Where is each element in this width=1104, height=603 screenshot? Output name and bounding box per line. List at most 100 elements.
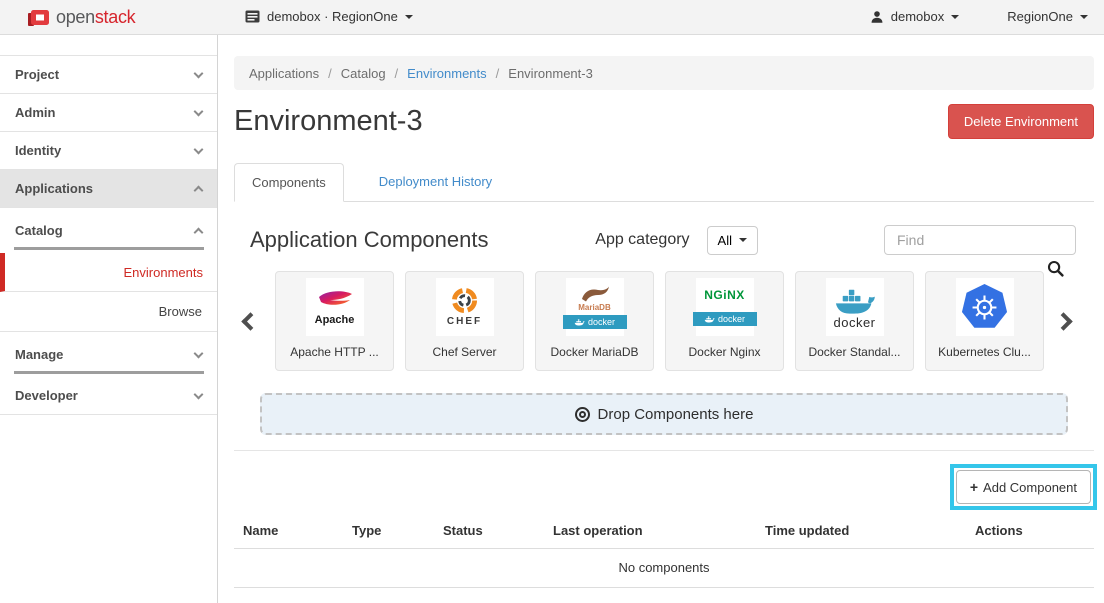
brand-wordmark: openstack — [56, 7, 135, 28]
apache-wordmark: Apache — [315, 314, 355, 326]
page-title: Environment-3 — [234, 105, 423, 138]
user-menu[interactable]: demobox — [870, 9, 959, 24]
app-card-label: Docker MariaDB — [550, 345, 638, 359]
sidebar-item-label: Identity — [15, 143, 61, 158]
app-card-kubernetes[interactable]: Kubernetes Clu... — [925, 271, 1044, 371]
app-card-docker-nginx[interactable]: NGiNX docker — [665, 271, 784, 371]
column-header-last-operation: Last operation — [553, 523, 765, 538]
breadcrumb-current: Environment-3 — [508, 66, 593, 81]
components-table: Name Type Status Last operation Time upd… — [234, 514, 1094, 588]
apache-logo: Apache — [306, 278, 364, 336]
nginx-wordmark: NGiNX — [704, 288, 745, 302]
sidebar-item-label: Browse — [159, 304, 202, 319]
user-label: demobox — [891, 9, 944, 24]
top-navbar: openstack demobox · RegionOne demobox Re… — [0, 0, 1104, 35]
find-input[interactable] — [884, 225, 1076, 255]
column-header-name: Name — [243, 523, 352, 538]
chevron-down-icon — [194, 106, 204, 116]
sidebar: Project Admin Identity Applications Cata… — [0, 35, 218, 603]
sidebar-item-label: Environments — [124, 265, 203, 280]
sidebar-item-label: Catalog — [15, 223, 63, 238]
add-component-label: Add Component — [983, 480, 1077, 495]
caret-down-icon — [951, 15, 959, 19]
openstack-logo[interactable]: openstack — [27, 7, 135, 28]
chevron-down-icon — [194, 348, 204, 358]
chevron-right-icon[interactable] — [1054, 312, 1072, 330]
breadcrumb-separator: / — [328, 66, 332, 81]
sidebar-item-catalog[interactable]: Catalog — [0, 208, 217, 253]
app-card-docker-standalone[interactable]: docker Docker Standal... — [795, 271, 914, 371]
app-card-docker-mariadb[interactable]: MariaDB docke — [535, 271, 654, 371]
components-panel: Application Components App category All — [234, 202, 1094, 588]
kubernetes-helm-icon — [962, 284, 1008, 330]
dropzone-label: Drop Components here — [598, 406, 754, 423]
tab-components[interactable]: Components — [234, 163, 344, 202]
project-context-switcher[interactable]: demobox · RegionOne — [245, 9, 413, 24]
kubernetes-logo — [956, 278, 1014, 336]
chevron-up-icon — [194, 185, 204, 195]
breadcrumb-applications: Applications — [249, 66, 319, 81]
sidebar-item-browse[interactable]: Browse — [0, 292, 217, 332]
column-header-time-updated: Time updated — [765, 523, 975, 538]
components-carousel: Apache Apache HTTP ... CHEF Chef Ser — [234, 271, 1094, 371]
app-card-label: Docker Nginx — [688, 345, 760, 359]
breadcrumb-separator: / — [395, 66, 399, 81]
context-label: demobox · RegionOne — [267, 9, 398, 24]
region-label: RegionOne — [1007, 9, 1073, 24]
sidebar-item-label: Project — [15, 67, 59, 82]
search-icon[interactable] — [1047, 260, 1064, 280]
sidebar-item-applications[interactable]: Applications — [0, 170, 217, 208]
app-card-label: Kubernetes Clu... — [938, 345, 1031, 359]
breadcrumb-separator: / — [496, 66, 500, 81]
sidebar-item-manage[interactable]: Manage — [0, 332, 217, 377]
plus-icon: + — [970, 479, 978, 495]
sidebar-item-environments[interactable]: Environments — [0, 253, 217, 292]
sidebar-top-strip — [0, 35, 217, 56]
app-card-label: Chef Server — [432, 345, 496, 359]
breadcrumb: Applications / Catalog / Environments / … — [234, 56, 1094, 90]
sidebar-item-label: Applications — [15, 181, 93, 196]
section-divider — [234, 450, 1094, 451]
app-category-value: All — [718, 233, 732, 248]
tab-deployment-history[interactable]: Deployment History — [362, 163, 509, 201]
app-card-label: Docker Standal... — [808, 345, 900, 359]
app-card-chef[interactable]: CHEF Chef Server — [405, 271, 524, 371]
app-card-label: Apache HTTP ... — [290, 345, 378, 359]
sidebar-item-admin[interactable]: Admin — [0, 94, 217, 132]
column-header-status: Status — [443, 523, 553, 538]
add-component-button[interactable]: + Add Component — [956, 470, 1091, 504]
app-card-apache[interactable]: Apache Apache HTTP ... — [275, 271, 394, 371]
user-icon — [870, 10, 884, 24]
docker-ribbon-label: docker — [588, 317, 615, 327]
bullseye-icon — [575, 407, 590, 422]
chevron-down-icon — [194, 144, 204, 154]
sidebar-item-developer[interactable]: Developer — [0, 377, 217, 415]
docker-logo: docker — [826, 278, 884, 336]
mariadb-logo: MariaDB docke — [566, 278, 624, 336]
docker-wordmark: docker — [833, 315, 875, 330]
chef-wordmark: CHEF — [447, 316, 482, 327]
main-content: Applications / Catalog / Environments / … — [218, 35, 1104, 603]
chevron-left-icon[interactable] — [241, 312, 259, 330]
breadcrumb-environments-link[interactable]: Environments — [407, 66, 486, 81]
sidebar-item-label: Manage — [15, 347, 63, 362]
chef-logo: CHEF — [436, 278, 494, 336]
column-header-type: Type — [352, 523, 443, 538]
delete-environment-button[interactable]: Delete Environment — [948, 104, 1094, 139]
region-menu[interactable]: RegionOne — [1007, 9, 1088, 24]
app-category-dropdown[interactable]: All — [707, 226, 758, 255]
brand-stack: stack — [95, 7, 136, 27]
sidebar-item-label: Developer — [15, 388, 78, 403]
docker-ribbon-label: docker — [718, 314, 745, 324]
drop-components-zone[interactable]: Drop Components here — [260, 393, 1068, 435]
caret-down-icon — [405, 15, 413, 19]
breadcrumb-catalog: Catalog — [341, 66, 386, 81]
mariadb-wordmark: MariaDB — [578, 303, 610, 312]
table-header-row: Name Type Status Last operation Time upd… — [234, 514, 1094, 549]
sidebar-item-identity[interactable]: Identity — [0, 132, 217, 170]
chevron-down-icon — [194, 389, 204, 399]
sidebar-item-project[interactable]: Project — [0, 56, 217, 94]
docker-ribbon: docker — [563, 315, 627, 329]
chevron-down-icon — [194, 68, 204, 78]
focus-highlight-box: + Add Component — [950, 464, 1097, 510]
